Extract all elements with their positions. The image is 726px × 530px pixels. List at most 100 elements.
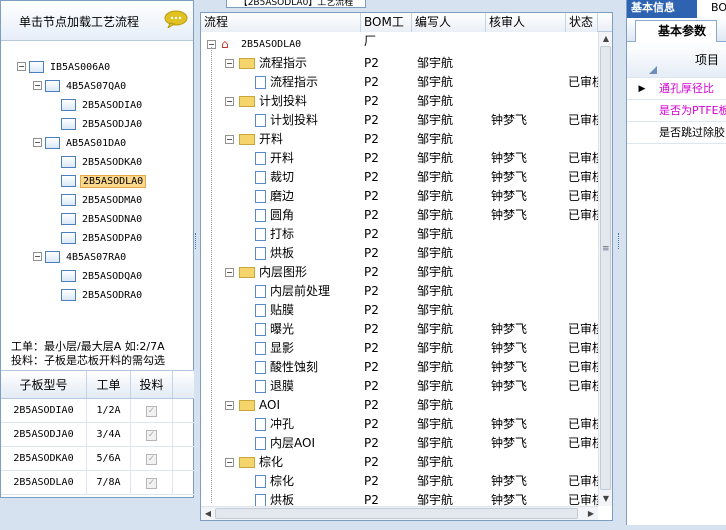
table-row[interactable]: 2B5ASODLA0 7/8A ✓	[1, 471, 195, 495]
cell-order[interactable]: 1/2A	[87, 399, 131, 422]
process-step-row[interactable]: 退膜 P2 邹宇航 钟梦飞 已审核	[201, 377, 598, 396]
tab-basic-info[interactable]: 基本信息	[631, 0, 691, 18]
col-header-reviewer[interactable]: 核审人	[486, 13, 566, 32]
status-cell: 已审核	[568, 170, 598, 184]
process-group-row[interactable]: − 开料 P2 邹宇航	[201, 130, 598, 149]
col-header-item[interactable]: 项目	[695, 42, 719, 77]
process-name-cell: 曝光	[255, 320, 294, 339]
process-step-row[interactable]: 磨边 P2 邹宇航 钟梦飞 已审核	[201, 187, 598, 206]
collapse-icon[interactable]: −	[225, 401, 234, 410]
param-row[interactable]: 是否跳过除胶	[627, 122, 726, 144]
col-header-status[interactable]: 状态	[566, 13, 598, 32]
process-group-row[interactable]: − 内层图形 P2 邹宇航	[201, 263, 598, 282]
process-step-row[interactable]: 流程指示 P2 邹宇航 已审核	[201, 73, 598, 92]
process-step-row[interactable]: 烘板 P2 邹宇航	[201, 244, 598, 263]
tree-node[interactable]: − IB5AS006A0	[17, 57, 112, 75]
feed-checkbox[interactable]: ✓	[146, 430, 157, 441]
col-header-model[interactable]: 子板型号	[1, 371, 87, 398]
vertical-scrollbar[interactable]: ▲ ≡ ▼	[598, 32, 612, 506]
param-name: 是否为PTFE板	[659, 104, 726, 117]
process-step-row[interactable]: 圆角 P2 邹宇航 钟梦飞 已审核	[201, 206, 598, 225]
process-step-row[interactable]: 裁切 P2 邹宇航 钟梦飞 已审核	[201, 168, 598, 187]
collapse-icon[interactable]: −	[33, 138, 42, 147]
horizontal-scrollbar[interactable]: ◀ ▶	[201, 506, 598, 520]
cell-model[interactable]: 2B5ASODKA0	[1, 447, 87, 470]
cell-model[interactable]: 2B5ASODIA0	[1, 399, 87, 422]
tree-node[interactable]: 2B5ASODJA0	[49, 114, 144, 132]
factory-cell: P2	[364, 474, 379, 488]
document-icon	[255, 418, 266, 431]
param-row[interactable]: ▶ 通孔厚径比	[627, 78, 726, 100]
tree-node[interactable]: − AB5AS01DA0	[33, 133, 128, 151]
feed-checkbox[interactable]: ✓	[146, 454, 157, 465]
process-group-row[interactable]: − AOI P2 邹宇航	[201, 396, 598, 415]
process-step-row[interactable]: 酸性蚀刻 P2 邹宇航 钟梦飞 已审核	[201, 358, 598, 377]
scroll-thumb[interactable]	[600, 46, 611, 490]
subtab-basic-params[interactable]: 基本参数	[635, 20, 718, 42]
col-header-process[interactable]: 流程	[201, 13, 361, 32]
tree-node[interactable]: 2B5ASODQA0	[49, 266, 144, 284]
tree-node[interactable]: 2B5ASODNA0	[49, 209, 144, 227]
collapse-icon[interactable]: −	[33, 81, 42, 90]
document-icon	[255, 342, 266, 355]
table-row[interactable]: 2B5ASODJA0 3/4A ✓	[1, 423, 195, 447]
process-step-row[interactable]: 显影 P2 邹宇航 钟梦飞 已审核	[201, 339, 598, 358]
left-splitter[interactable]	[194, 0, 198, 525]
right-splitter[interactable]	[617, 0, 621, 525]
tree-node[interactable]: 2B5ASODRA0	[49, 285, 144, 303]
tree-node-label: 2B5ASODJA0	[82, 119, 143, 130]
process-group-row[interactable]: − 流程指示 P2 邹宇航	[201, 54, 598, 73]
table-row[interactable]: 2B5ASODIA0 1/2A ✓	[1, 399, 195, 423]
cell-model[interactable]: 2B5ASODJA0	[1, 423, 87, 446]
collapse-icon[interactable]: −	[225, 268, 234, 277]
process-group-row[interactable]: − 计划投料 P2 邹宇航	[201, 92, 598, 111]
col-header-factory[interactable]: BOM工厂	[361, 13, 412, 48]
tree-node[interactable]: 2B5ASODMA0	[49, 190, 144, 208]
process-step-row[interactable]: 内层AOI P2 邹宇航 钟梦飞 已审核	[201, 434, 598, 453]
tree-node[interactable]: 2B5ASODIA0	[49, 95, 144, 113]
status-cell: 已审核	[568, 417, 598, 431]
tree-node[interactable]: − 4B5AS07QA0	[33, 76, 128, 94]
cell-order[interactable]: 5/6A	[87, 447, 131, 470]
collapse-icon[interactable]: −	[17, 62, 26, 71]
cell-model[interactable]: 2B5ASODLA0	[1, 471, 87, 494]
process-panel: 流程 BOM工厂 编写人 核审人 状态 − ⌂ 2B5ASODLA0− 流程指示 P2 邹…	[200, 12, 613, 521]
process-step-row[interactable]: 打标 P2 邹宇航	[201, 225, 598, 244]
scroll-right-icon[interactable]: ▶	[584, 507, 598, 521]
tree-node[interactable]: 2B5ASODLA0	[49, 171, 147, 189]
process-step-row[interactable]: 曝光 P2 邹宇航 钟梦飞 已审核	[201, 320, 598, 339]
collapse-icon[interactable]: −	[33, 252, 42, 261]
feed-checkbox[interactable]: ✓	[146, 478, 157, 489]
process-step-row[interactable]: 贴膜 P2 邹宇航	[201, 301, 598, 320]
board-icon	[61, 155, 76, 168]
collapse-icon[interactable]: −	[225, 97, 234, 106]
hscroll-thumb[interactable]	[215, 508, 578, 519]
process-name: 贴膜	[270, 303, 295, 317]
feed-checkbox[interactable]: ✓	[146, 406, 157, 417]
process-step-row[interactable]: 计划投料 P2 邹宇航 钟梦飞 已审核	[201, 111, 598, 130]
cell-order[interactable]: 3/4A	[87, 423, 131, 446]
status-cell: 已审核	[568, 379, 598, 393]
scroll-down-icon[interactable]: ▼	[599, 492, 613, 506]
process-step-row[interactable]: 棕化 P2 邹宇航 钟梦飞 已审核	[201, 472, 598, 491]
process-step-row[interactable]: 冲孔 P2 邹宇航 钟梦飞 已审核	[201, 415, 598, 434]
tree-node[interactable]: − 4B5AS07RA0	[33, 247, 128, 265]
cell-order[interactable]: 7/8A	[87, 471, 131, 494]
process-name: 烘板	[270, 246, 295, 260]
process-step-row[interactable]: 开料 P2 邹宇航 钟梦飞 已审核	[201, 149, 598, 168]
param-row[interactable]: 是否为PTFE板	[627, 100, 726, 122]
process-group-row[interactable]: − 棕化 P2 邹宇航	[201, 453, 598, 472]
process-step-row[interactable]: 内层前处理 P2 邹宇航	[201, 282, 598, 301]
col-header-feed[interactable]: 投料	[131, 371, 173, 398]
tab-bom[interactable]: BOM	[697, 0, 726, 18]
scroll-left-icon[interactable]: ◀	[201, 507, 215, 521]
table-row[interactable]: 2B5ASODKA0 5/6A ✓	[1, 447, 195, 471]
collapse-icon[interactable]: −	[225, 59, 234, 68]
col-header-order[interactable]: 工单	[87, 371, 131, 398]
tree-node[interactable]: 2B5ASODKA0	[49, 152, 144, 170]
tree-node[interactable]: 2B5ASODPA0	[49, 228, 144, 246]
col-header-writer[interactable]: 编写人	[412, 13, 486, 32]
collapse-icon[interactable]: −	[225, 458, 234, 467]
scroll-up-icon[interactable]: ▲	[599, 32, 613, 46]
collapse-icon[interactable]: −	[225, 135, 234, 144]
